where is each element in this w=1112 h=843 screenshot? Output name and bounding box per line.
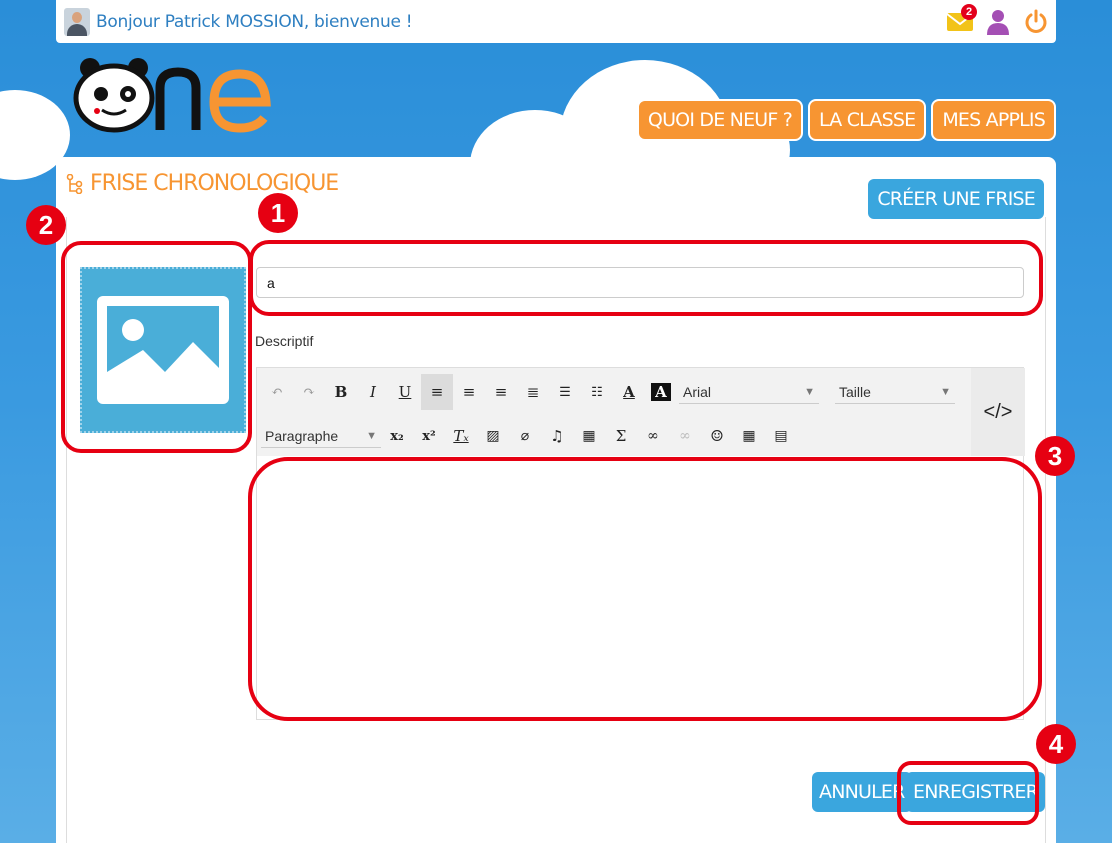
- toolbar-row-1: ↶ ↷ B I U ≡ ≡ ≡ ≣ ☰ ☷ A A Arial ▼ Taille: [261, 374, 955, 410]
- annotation-number-3: 3: [1035, 436, 1075, 476]
- underline-icon[interactable]: U: [389, 374, 421, 410]
- create-frise-button[interactable]: CRÉER UNE FRISE: [868, 179, 1044, 219]
- numbered-list-icon[interactable]: ☷: [581, 374, 613, 410]
- font-size-select[interactable]: Taille ▼: [835, 380, 955, 404]
- top-bar: Bonjour Patrick MOSSION, bienvenue ! 2: [56, 0, 1056, 43]
- power-icon[interactable]: [1022, 8, 1050, 36]
- emoji-icon[interactable]: ☺: [701, 418, 733, 454]
- formula-icon[interactable]: Σ: [605, 418, 637, 454]
- block-format-select[interactable]: Paragraphe ▼: [261, 424, 381, 448]
- top-icons: 2: [946, 4, 1050, 36]
- annotation-highlight-save: [897, 761, 1039, 825]
- mail-icon[interactable]: 2: [946, 4, 977, 36]
- main-nav: QUOI DE NEUF ? LA CLASSE MES APPLIS: [636, 99, 1056, 141]
- insert-image-icon[interactable]: ▨: [477, 418, 509, 454]
- annotation-highlight-title: [249, 240, 1043, 316]
- annotation-number-1: 1: [258, 193, 298, 233]
- font-family-value: Arial: [683, 383, 712, 400]
- user-icon[interactable]: [984, 8, 1012, 36]
- mail-count-badge: 2: [961, 4, 977, 20]
- clear-format-icon[interactable]: Tₓ: [445, 418, 477, 454]
- video-icon[interactable]: ▦: [573, 418, 605, 454]
- attachment-icon[interactable]: ⌀: [509, 418, 541, 454]
- source-code-icon[interactable]: </>: [971, 368, 1025, 456]
- toolbar-row-2: Paragraphe ▼ x₂ x² Tₓ ▨ ⌀ ♫ ▦ Σ ∞ ∞ ☺ ▦ …: [261, 418, 797, 454]
- avatar[interactable]: [64, 7, 90, 36]
- background-color-icon[interactable]: A: [645, 374, 677, 410]
- nav-mes-applis[interactable]: MES APPLIS: [931, 99, 1056, 141]
- annotation-number-4: 4: [1036, 724, 1076, 764]
- timeline-icon: [66, 173, 83, 194]
- align-right-icon[interactable]: ≡: [453, 374, 485, 410]
- template-icon[interactable]: ▤: [765, 418, 797, 454]
- chevron-down-icon: ▼: [804, 385, 815, 398]
- annotation-highlight-description: [248, 457, 1042, 721]
- editor-toolbar: ↶ ↷ B I U ≡ ≡ ≡ ≣ ☰ ☷ A A Arial ▼ Taille: [257, 368, 1025, 456]
- chevron-down-icon: ▼: [940, 385, 951, 398]
- nav-quoi-de-neuf[interactable]: QUOI DE NEUF ?: [636, 99, 804, 141]
- chevron-down-icon: ▼: [366, 429, 377, 442]
- align-center-icon[interactable]: ≡: [485, 374, 517, 410]
- description-label: Descriptif: [255, 333, 314, 349]
- welcome-message: Bonjour Patrick MOSSION, bienvenue !: [96, 11, 413, 32]
- superscript-icon[interactable]: x²: [413, 418, 445, 454]
- annotation-number-2: 2: [26, 205, 66, 245]
- font-family-select[interactable]: Arial ▼: [679, 380, 819, 404]
- unlink-icon[interactable]: ∞: [669, 418, 701, 454]
- subscript-icon[interactable]: x₂: [381, 418, 413, 454]
- text-color-icon[interactable]: A: [613, 374, 645, 410]
- page-title: FRISE CHRONOLOGIQUE: [66, 171, 339, 196]
- font-size-value: Taille: [839, 383, 871, 400]
- nav-la-classe[interactable]: LA CLASSE: [808, 99, 927, 141]
- table-icon[interactable]: ▦: [733, 418, 765, 454]
- audio-icon[interactable]: ♫: [541, 418, 573, 454]
- bold-icon[interactable]: B: [325, 374, 357, 410]
- one-logo[interactable]: [70, 58, 275, 138]
- bullet-list-icon[interactable]: ☰: [549, 374, 581, 410]
- align-left-icon[interactable]: ≡: [421, 374, 453, 410]
- block-format-value: Paragraphe: [265, 427, 339, 444]
- undo-icon[interactable]: ↶: [261, 374, 293, 410]
- page-title-text: FRISE CHRONOLOGIQUE: [90, 171, 339, 196]
- annotation-highlight-image: [61, 241, 252, 453]
- italic-icon[interactable]: I: [357, 374, 389, 410]
- align-justify-icon[interactable]: ≣: [517, 374, 549, 410]
- redo-icon[interactable]: ↷: [293, 374, 325, 410]
- link-icon[interactable]: ∞: [637, 418, 669, 454]
